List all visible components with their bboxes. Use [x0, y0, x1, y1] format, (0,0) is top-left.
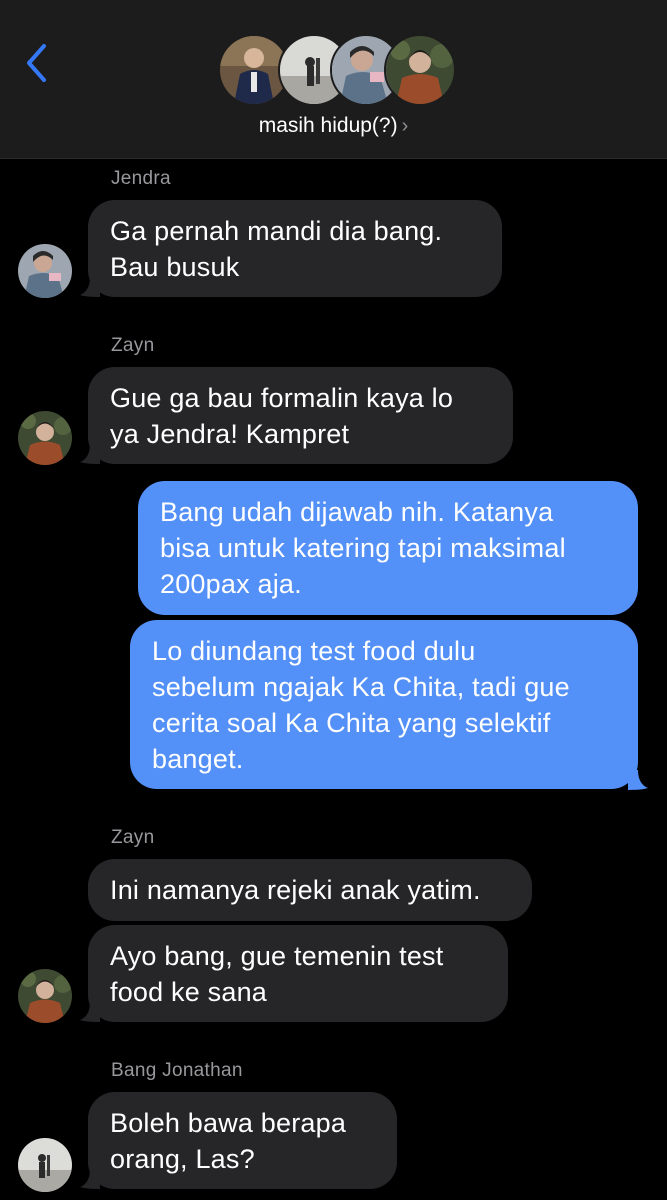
back-button[interactable]	[16, 38, 56, 88]
message-line: Gue ga bau formalin kaya lo	[110, 382, 454, 413]
incoming-message-bubble[interactable]: Ayo bang, gue temenin test food ke sana	[88, 925, 508, 1022]
sender-name: Zayn	[111, 335, 155, 356]
message-line: Bau busuk	[110, 251, 240, 282]
message-line: Boleh bawa berapa	[110, 1107, 347, 1138]
message-line: bisa untuk katering tapi maksimal	[160, 533, 566, 563]
message-line: Lo diundang test food dulu	[152, 635, 476, 666]
message-line: Bang udah dijawab nih. Katanya	[160, 497, 554, 527]
bubble-tail	[80, 1169, 100, 1189]
bubble-tail	[80, 444, 100, 464]
message-line: Ayo bang, gue temenin test	[110, 940, 444, 971]
incoming-message-bubble[interactable]: Ga pernah mandi dia bang. Bau busuk	[88, 200, 502, 297]
sender-name: Bang Jonathan	[111, 1060, 243, 1081]
bubble-tail	[80, 1002, 100, 1022]
outgoing-message-bubble[interactable]: Lo diundang test food dulu sebelum ngaja…	[130, 620, 638, 789]
message-line: ya Jendra! Kampret	[110, 418, 350, 449]
message-line: sebelum ngajak Ka Chita, tadi gue	[152, 671, 570, 702]
incoming-message-bubble[interactable]: Ini namanya rejeki anak yatim.	[88, 859, 532, 921]
message-line: food ke sana	[110, 976, 268, 1007]
message-line: banget.	[152, 743, 244, 774]
group-avatars[interactable]	[218, 34, 456, 106]
incoming-message-bubble[interactable]: Boleh bawa berapa orang, Las?	[88, 1092, 397, 1189]
sender-avatar[interactable]	[18, 244, 72, 298]
group-member-avatar	[384, 34, 456, 106]
message-line: orang, Las?	[110, 1143, 255, 1174]
message-line: cerita soal Ka Chita yang selektif	[152, 707, 551, 738]
conversation-header: masih hidup(?) ›	[0, 0, 667, 159]
sender-avatar[interactable]	[18, 969, 72, 1023]
bubble-tail	[80, 277, 100, 297]
sender-avatar[interactable]	[18, 1138, 72, 1192]
message-line: Ga pernah mandi dia bang.	[110, 215, 443, 246]
sender-name: Zayn	[111, 827, 155, 848]
group-name-label: masih hidup(?)	[258, 114, 398, 137]
sender-name: Jendra	[111, 168, 171, 189]
message-line: Ini namanya rejeki anak yatim.	[110, 875, 481, 905]
chevron-right-icon: ›	[401, 115, 409, 137]
group-name-button[interactable]: masih hidup(?) ›	[0, 114, 667, 138]
outgoing-message-bubble[interactable]: Bang udah dijawab nih. Katanya bisa untu…	[138, 481, 638, 615]
bubble-tail	[628, 770, 648, 790]
chevron-left-icon	[27, 44, 46, 82]
incoming-message-bubble[interactable]: Gue ga bau formalin kaya lo ya Jendra! K…	[88, 367, 513, 464]
sender-avatar[interactable]	[18, 411, 72, 465]
message-line: 200pax aja.	[160, 569, 302, 599]
